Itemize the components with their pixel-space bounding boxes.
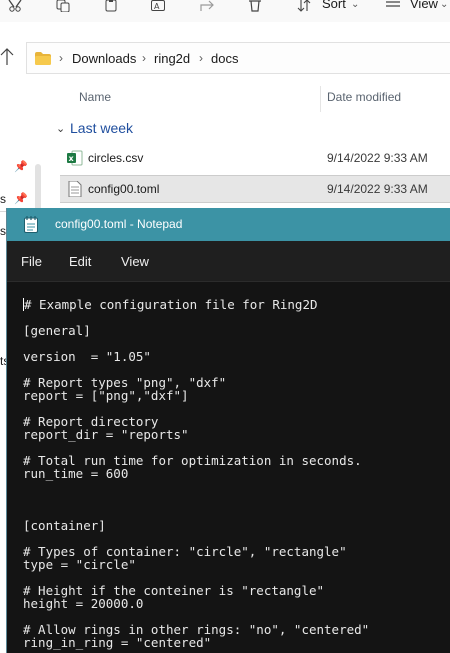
- breadcrumb-chevron-icon: ›: [199, 51, 203, 65]
- group-header-last-week[interactable]: Last week: [70, 120, 133, 136]
- notepad-menu-bar: File Edit View: [7, 241, 450, 281]
- breadcrumb-ring2d[interactable]: ring2d: [154, 51, 190, 66]
- menu-view[interactable]: View: [121, 254, 149, 269]
- notepad-text-area[interactable]: # Example configuration file for Ring2D …: [7, 282, 450, 653]
- pin-icon: 📌: [14, 161, 28, 173]
- excel-csv-icon: x: [67, 150, 83, 171]
- file-name: config00.toml: [88, 182, 160, 196]
- breadcrumb-chevron-icon: ›: [59, 51, 63, 65]
- breadcrumb-docs[interactable]: docs: [211, 51, 238, 66]
- view-button[interactable]: View: [410, 0, 438, 11]
- notepad-app-icon: [24, 216, 38, 233]
- share-icon[interactable]: [200, 0, 214, 12]
- sort-icon[interactable]: [297, 0, 311, 12]
- notepad-window-title: config00.toml - Notepad: [55, 217, 183, 231]
- editor-line-with-caret: # Example configuration file for Ring2D: [23, 298, 318, 312]
- column-separator[interactable]: [320, 86, 321, 112]
- sort-button[interactable]: Sort: [322, 0, 346, 11]
- nav-item-clipped[interactable]: s: [0, 192, 6, 206]
- editor-line: [general]: [23, 323, 91, 338]
- pin-icon: 📌: [14, 193, 28, 205]
- file-date-modified: 9/14/2022 9:33 AM: [327, 182, 428, 196]
- up-arrow-icon[interactable]: [0, 48, 14, 66]
- file-name: circles.csv: [88, 151, 144, 165]
- rename-icon[interactable]: A: [151, 0, 165, 12]
- column-header-name[interactable]: Name: [79, 90, 111, 104]
- menu-file[interactable]: File: [21, 254, 42, 269]
- menu-edit[interactable]: Edit: [69, 254, 91, 269]
- editor-line: [container]: [23, 518, 106, 533]
- paste-icon[interactable]: [104, 0, 118, 12]
- editor-line: height = 20000.0: [23, 596, 144, 611]
- column-header-date-modified[interactable]: Date modified: [327, 90, 401, 104]
- address-row: › Downloads › ring2d › docs: [0, 40, 450, 76]
- copy-icon[interactable]: [56, 0, 70, 12]
- editor-line: ring_in_ring = "centered": [23, 635, 212, 650]
- breadcrumb-downloads[interactable]: Downloads: [72, 51, 136, 66]
- editor-line: run_time = 600: [23, 466, 129, 481]
- svg-text:x: x: [69, 154, 75, 163]
- editor-line: report_dir = "reports": [23, 427, 189, 442]
- address-bar[interactable]: › Downloads › ring2d › docs: [26, 42, 450, 74]
- editor-line: report = ["png","dxf"]: [23, 388, 189, 403]
- text-file-icon: [67, 180, 83, 202]
- explorer-command-bar: A Sort ⌄ View ⌄: [0, 0, 450, 22]
- notepad-title-bar[interactable]: config00.toml - Notepad: [7, 208, 450, 241]
- editor-line: # Example configuration file for Ring2D: [24, 297, 318, 312]
- group-collapse-chevron-icon[interactable]: ⌄: [56, 122, 65, 135]
- delete-icon[interactable]: [248, 0, 262, 12]
- folder-icon: [35, 52, 51, 70]
- view-chevron-down-icon[interactable]: ⌄: [440, 0, 448, 10]
- sort-chevron-down-icon[interactable]: ⌄: [351, 0, 359, 10]
- breadcrumb-chevron-icon: ›: [142, 51, 146, 65]
- cut-icon[interactable]: [8, 0, 22, 12]
- view-icon[interactable]: [386, 0, 400, 12]
- file-date-modified: 9/14/2022 9:33 AM: [327, 151, 428, 165]
- file-row-config00-toml[interactable]: config00.toml 9/14/2022 9:33 AM: [60, 175, 450, 203]
- editor-line: type = "circle": [23, 557, 136, 572]
- file-row-circles-csv[interactable]: x circles.csv 9/14/2022 9:33 AM: [60, 145, 450, 173]
- svg-text:A: A: [154, 2, 160, 11]
- editor-line: version = "1.05": [23, 349, 151, 364]
- notepad-window: config00.toml - Notepad File Edit View #…: [6, 208, 450, 653]
